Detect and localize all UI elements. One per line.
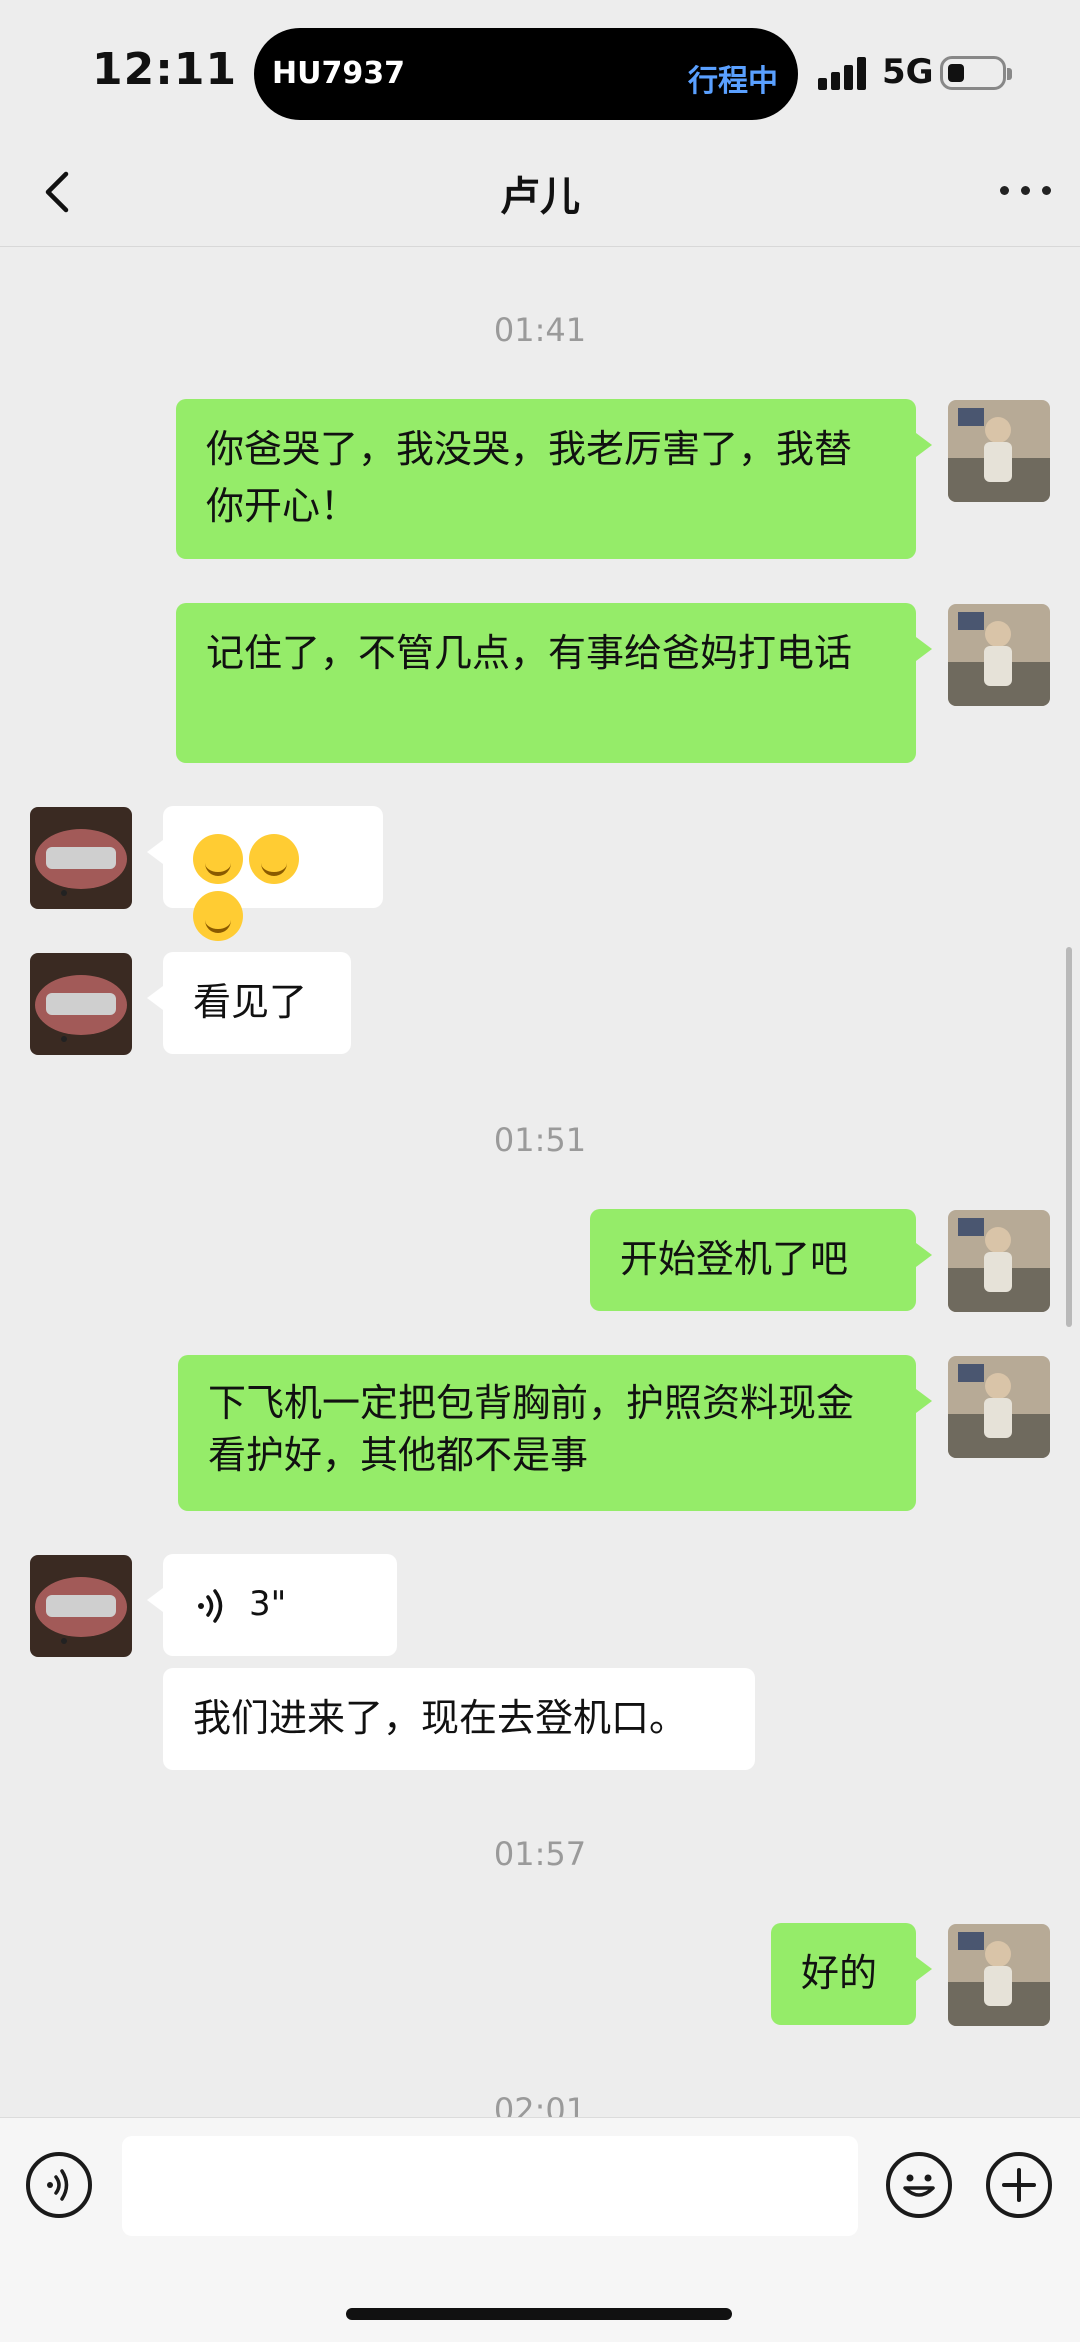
flight-status: 行程中 (688, 64, 778, 99)
timestamp: 01:51 (493, 1121, 587, 1159)
emoji-button[interactable] (886, 2152, 952, 2218)
voice-duration: 3" (249, 1584, 287, 1624)
message-bubble-self[interactable]: 记住了，不管几点，有事给爸妈打电话 (176, 603, 932, 763)
message-text: 看见了 (193, 980, 308, 1024)
more-functions-button[interactable] (986, 2152, 1052, 2218)
voice-input-button[interactable] (26, 2152, 92, 2218)
network-type: 5G (882, 52, 934, 92)
message-bubble-contact[interactable]: 看见了 (147, 952, 351, 1054)
message-text: 开始登机了吧 (620, 1237, 849, 1281)
message-bubble-self[interactable]: 好的 (771, 1923, 932, 2025)
message-bubble-self[interactable]: 开始登机了吧 (590, 1209, 932, 1311)
avatar-contact[interactable] (30, 807, 132, 909)
message-bubble-contact[interactable] (147, 806, 383, 941)
signal-icon (818, 56, 868, 90)
avatar-contact[interactable] (30, 1555, 132, 1657)
thinking-hand-emoji (249, 833, 299, 884)
message-text: 好的 (801, 1951, 878, 1995)
nav-bar: 卢儿 (0, 140, 1080, 247)
chat-title: 卢儿 (500, 174, 580, 220)
avatar-contact[interactable] (30, 953, 132, 1055)
voice-icon (47, 2169, 69, 2201)
more-dots-icon[interactable] (996, 170, 1056, 210)
avatar-self[interactable] (948, 604, 1050, 706)
chat-area[interactable]: 01:41 你爸哭了，我没哭，我老厉害了，我替你开心！ 记住了，不管几点，有事给… (0, 247, 1080, 2117)
timestamp: 02:01 (493, 2091, 587, 2117)
message-input[interactable] (122, 2136, 858, 2236)
timestamp: 01:41 (493, 311, 587, 349)
battery-icon (940, 56, 1012, 90)
avatar-self[interactable] (948, 1356, 1050, 1458)
dynamic-island[interactable]: HU7937 行程中 (254, 28, 798, 120)
thinking-hand-emoji (193, 833, 243, 884)
status-time: 12:11 (92, 44, 238, 95)
status-bar: 12:11 HU7937 行程中 5G (0, 0, 1080, 140)
message-text: 我们进来了，现在去登机口。 (193, 1696, 688, 1740)
timestamp: 01:57 (493, 1835, 587, 1873)
flight-code: HU7937 (272, 56, 405, 91)
voice-wave-icon (198, 1588, 223, 1623)
scrollbar[interactable] (1066, 947, 1072, 1327)
message-text: 你爸哭了，我没哭，我老厉害了，我替你开心！ (206, 427, 853, 528)
plus-icon (1002, 2168, 1036, 2202)
message-bubble-contact[interactable]: 我们进来了，现在去登机口。 (163, 1668, 755, 1770)
message-bubble-self[interactable]: 你爸哭了，我没哭，我老厉害了，我替你开心！ (176, 399, 932, 559)
voice-message-bubble[interactable]: 3" (147, 1554, 397, 1656)
smile-emoji (193, 890, 243, 941)
avatar-self[interactable] (948, 1924, 1050, 2026)
avatar-self[interactable] (948, 400, 1050, 502)
message-text: 下飞机一定把包背胸前，护照资料现金看护好，其他都不是事 (208, 1381, 855, 1477)
message-bubble-self[interactable]: 下飞机一定把包背胸前，护照资料现金看护好，其他都不是事 (178, 1355, 932, 1511)
home-indicator[interactable] (346, 2308, 732, 2320)
avatar-self[interactable] (948, 1210, 1050, 1312)
message-text: 记住了，不管几点，有事给爸妈打电话 (206, 631, 853, 675)
smiley-icon (903, 2174, 935, 2197)
